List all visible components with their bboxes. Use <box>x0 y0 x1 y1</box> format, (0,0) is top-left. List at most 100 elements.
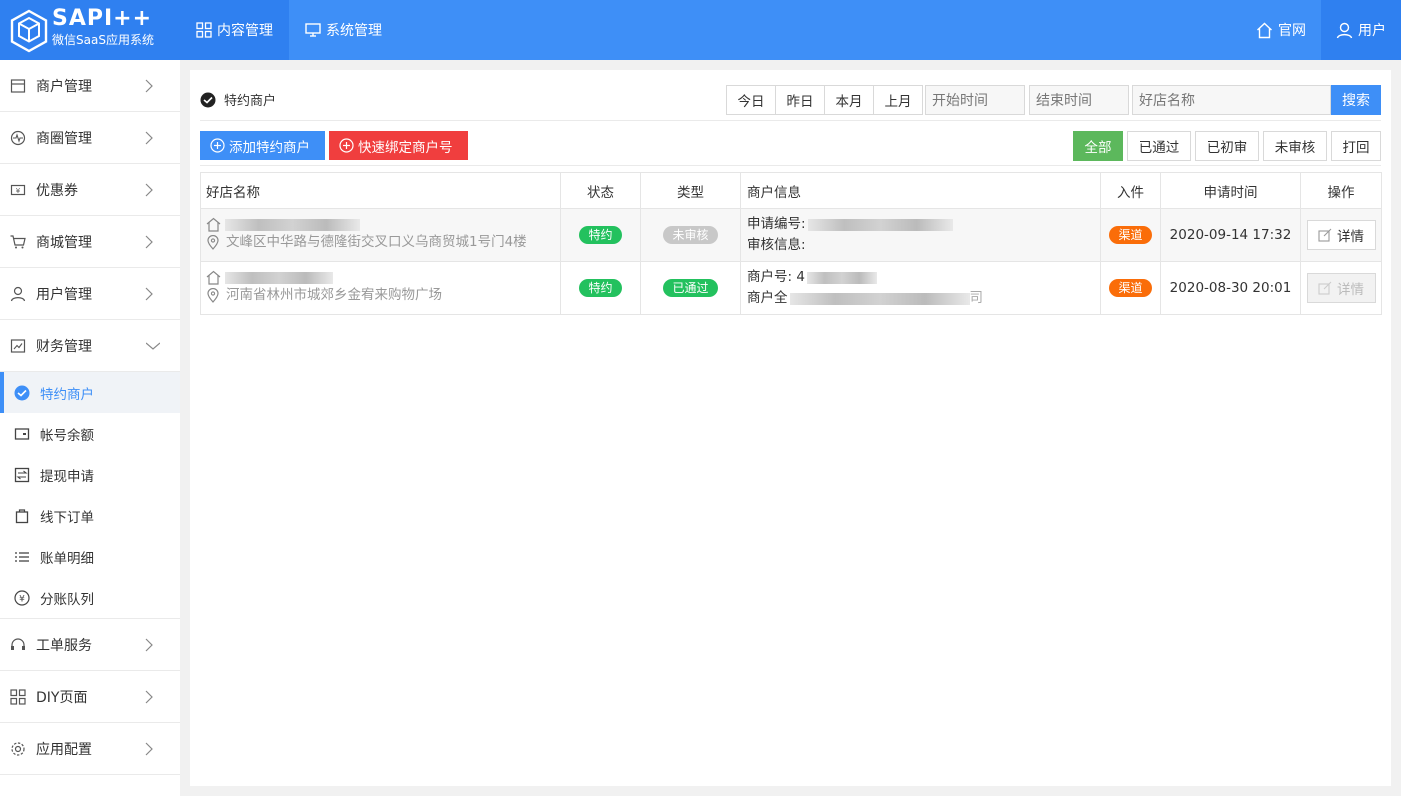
sidebar-item-finance[interactable]: 财务管理 <box>0 320 180 372</box>
sidebar-item-config[interactable]: 应用配置 <box>0 723 180 775</box>
status-cell: 特约 <box>560 261 641 315</box>
merchant-info-cell: 商户号: 4 商户全 司 <box>740 261 1101 315</box>
info-tail: 司 <box>969 290 984 306</box>
detail-button[interactable]: 详情 <box>1306 273 1376 303</box>
info-label: 审核信息: <box>747 237 806 253</box>
submenu-label: 提现申请 <box>40 468 94 485</box>
table-row: 河南省林州市城郊乡金宥来购物广场 特约 已通过 商户号: 4 商户全 司 渠道 2… <box>200 261 1382 315</box>
sidebar-item-label: 商圈管理 <box>36 130 92 147</box>
col-shop-name: 好店名称 <box>200 172 561 209</box>
detail-button[interactable]: 详情 <box>1306 220 1376 250</box>
sidebar-item-label: 商城管理 <box>36 234 92 251</box>
col-type: 类型 <box>640 172 741 209</box>
home-link[interactable]: 官网 <box>1241 0 1321 60</box>
sidebar-item-special-merchant[interactable]: 特约商户 <box>0 372 180 413</box>
blurred-shop-name <box>225 218 360 231</box>
edit-icon <box>1318 228 1332 242</box>
sidebar: 商户管理 商圈管理 ¥ 优惠券 商城管理 用户管理 财务管理 特约商户 帐号余额 <box>0 60 180 796</box>
monitor-icon <box>305 23 321 37</box>
headset-icon <box>10 637 26 653</box>
chevron-right-icon <box>145 638 153 652</box>
sidebar-item-offline-orders[interactable]: 线下订单 <box>0 495 180 536</box>
coupon-icon: ¥ <box>10 182 26 198</box>
grid-icon <box>10 688 26 705</box>
submenu-label: 分账队列 <box>40 591 94 608</box>
time-cell: 2020-08-30 20:01 <box>1160 261 1301 315</box>
panel-header: 特约商户 今日 昨日 本月 上月 开始时间 结束时间 好店名称 搜索 <box>200 82 1381 121</box>
status-rejected-button[interactable]: 打回 <box>1331 131 1381 161</box>
search-button[interactable]: 搜索 <box>1331 85 1381 115</box>
submenu-label: 特约商户 <box>40 386 94 403</box>
main-panel: 特约商户 今日 昨日 本月 上月 开始时间 结束时间 好店名称 搜索 添加特约商… <box>190 70 1391 786</box>
home-icon <box>1257 22 1272 38</box>
end-time-input[interactable]: 结束时间 <box>1029 85 1129 115</box>
home-label: 官网 <box>1278 23 1306 39</box>
status-approved-button[interactable]: 已通过 <box>1127 131 1191 161</box>
transfer-icon <box>14 467 30 483</box>
topnav-system[interactable]: 系统管理 <box>289 0 398 60</box>
start-time-input[interactable]: 开始时间 <box>925 85 1025 115</box>
grid-icon <box>196 22 212 38</box>
pulse-icon <box>10 130 26 146</box>
sidebar-item-balance[interactable]: 帐号余额 <box>0 413 180 454</box>
brand-logo[interactable]: SAPI++ 微信SaaS应用系统 <box>0 0 180 60</box>
quick-bind-button[interactable]: 快速绑定商户号 <box>329 131 468 160</box>
table-header: 好店名称 状态 类型 商户信息 入件 申请时间 操作 <box>200 172 1382 209</box>
status-all-button[interactable]: 全部 <box>1073 131 1123 161</box>
time-cell: 2020-09-14 17:32 <box>1160 208 1301 262</box>
col-action: 操作 <box>1300 172 1382 209</box>
action-toolbar: 添加特约商户 快速绑定商户号 全部 已通过 已初审 未审核 打回 <box>200 131 1381 166</box>
user-menu[interactable]: 用户 <box>1321 0 1401 60</box>
shop-cell: 文峰区中华路与德隆街交叉口义乌商贸城1号门4楼 <box>200 208 561 262</box>
sidebar-item-users[interactable]: 用户管理 <box>0 268 180 320</box>
chart-icon <box>10 338 26 354</box>
sidebar-item-label: 商户管理 <box>36 78 92 95</box>
shop-name-input[interactable]: 好店名称 <box>1132 85 1331 115</box>
store-icon <box>10 78 26 94</box>
wechatpay-icon <box>14 385 30 401</box>
topnav-content-label: 内容管理 <box>217 23 273 39</box>
type-badge: 已通过 <box>663 279 718 297</box>
status-first-review-button[interactable]: 已初审 <box>1195 131 1259 161</box>
quick-bind-label: 快速绑定商户号 <box>358 139 453 156</box>
edit-icon <box>1318 281 1332 295</box>
status-cell: 特约 <box>560 208 641 262</box>
yesterday-button[interactable]: 昨日 <box>775 85 825 115</box>
yen-icon: ¥ <box>14 589 30 606</box>
sidebar-item-bill-details[interactable]: 账单明细 <box>0 536 180 577</box>
sidebar-item-mall[interactable]: 商城管理 <box>0 216 180 268</box>
home-icon <box>206 217 221 232</box>
brand-title: SAPI++ <box>52 6 153 31</box>
sidebar-item-label: DIY页面 <box>36 689 88 706</box>
status-pending-button[interactable]: 未审核 <box>1263 131 1327 161</box>
shop-address: 河南省林州市城郊乡金宥来购物广场 <box>226 287 442 303</box>
blurred-value <box>789 292 970 305</box>
brand-subtitle: 微信SaaS应用系统 <box>52 33 154 47</box>
chevron-right-icon <box>145 690 153 704</box>
sidebar-item-split-queue[interactable]: ¥ 分账队列 <box>0 577 180 618</box>
sidebar-item-merchant[interactable]: 商户管理 <box>0 60 180 112</box>
sidebar-item-diy[interactable]: DIY页面 <box>0 671 180 723</box>
sidebar-item-district[interactable]: 商圈管理 <box>0 112 180 164</box>
last-month-button[interactable]: 上月 <box>873 85 923 115</box>
chevron-right-icon <box>145 287 153 301</box>
location-pin-icon <box>207 235 219 250</box>
info-label: 商户号: 4 <box>747 269 805 285</box>
sidebar-item-withdraw[interactable]: 提现申请 <box>0 454 180 495</box>
status-badge: 特约 <box>579 226 622 244</box>
gear-icon <box>10 741 26 757</box>
type-badge: 未审核 <box>663 226 718 244</box>
shop-cell: 河南省林州市城郊乡金宥来购物广场 <box>200 261 561 315</box>
top-nav: 内容管理 系统管理 <box>180 0 398 60</box>
sidebar-item-tickets[interactable]: 工单服务 <box>0 619 180 671</box>
today-button[interactable]: 今日 <box>726 85 776 115</box>
plus-circle-icon <box>339 138 354 153</box>
submenu-label: 账单明细 <box>40 550 94 567</box>
sidebar-item-coupon[interactable]: ¥ 优惠券 <box>0 164 180 216</box>
this-month-button[interactable]: 本月 <box>824 85 874 115</box>
topnav-content[interactable]: 内容管理 <box>180 0 289 60</box>
user-label: 用户 <box>1358 23 1386 39</box>
add-merchant-button[interactable]: 添加特约商户 <box>200 131 325 160</box>
shop-address: 文峰区中华路与德隆街交叉口义乌商贸城1号门4楼 <box>226 234 527 250</box>
blurred-value <box>807 218 953 231</box>
